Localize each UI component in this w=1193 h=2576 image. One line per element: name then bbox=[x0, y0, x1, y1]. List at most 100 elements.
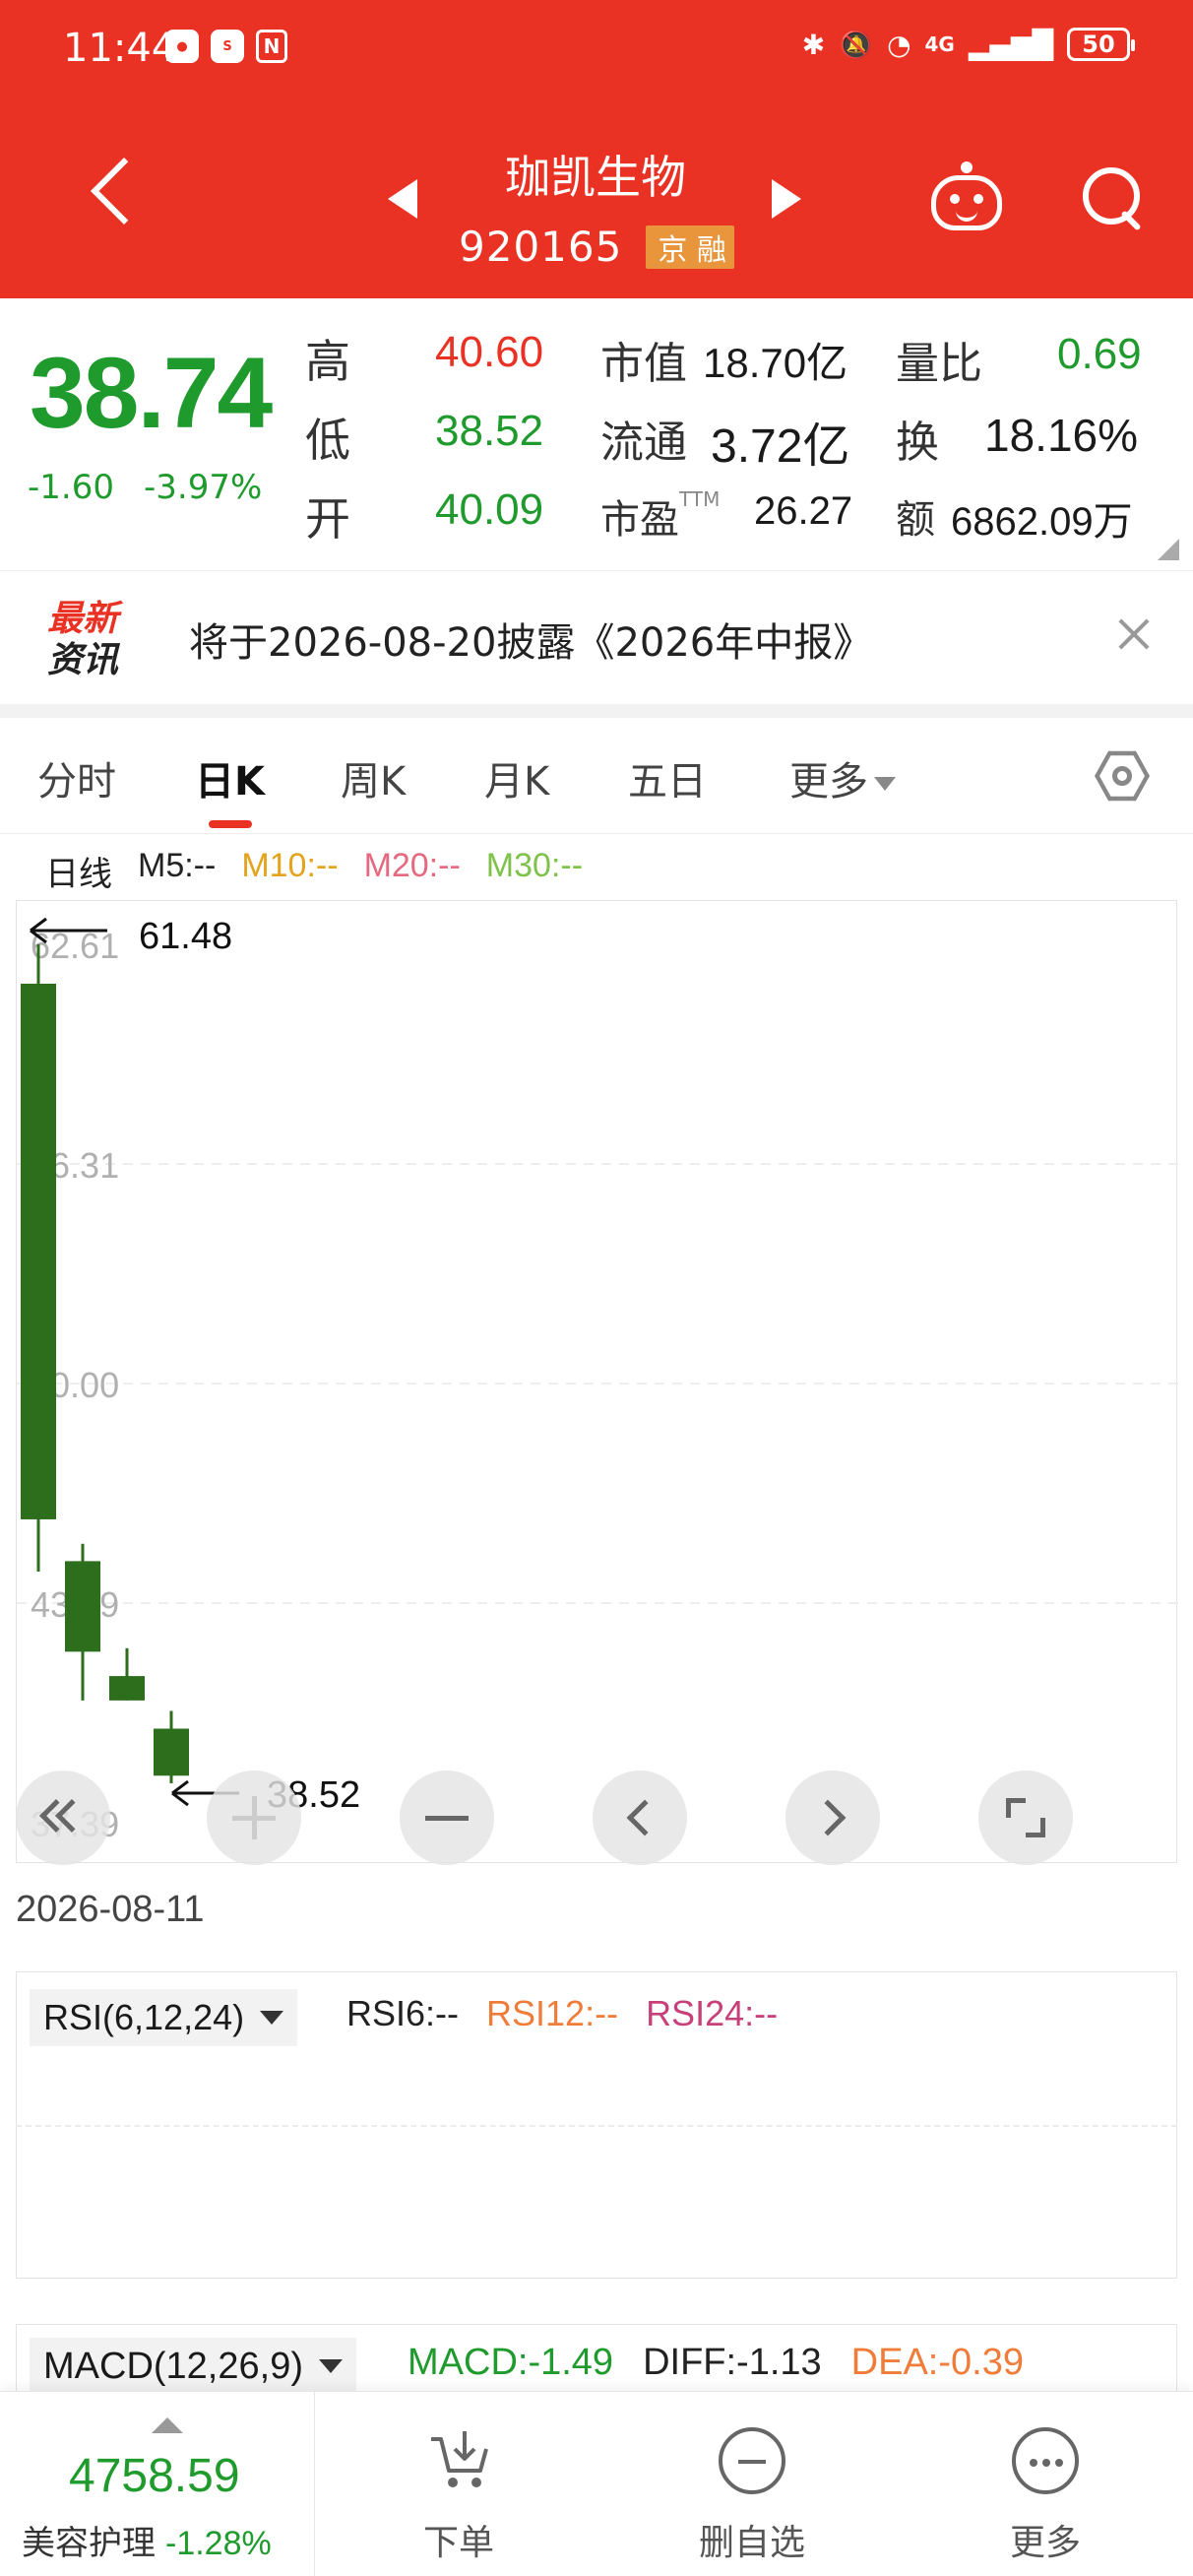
macd-select-label: MACD(12,26,9) bbox=[43, 2345, 303, 2387]
rsi-legend: RSI6:-- RSI12:-- RSI24:-- bbox=[346, 1993, 778, 2034]
ma20-value: M20:-- bbox=[363, 847, 461, 884]
news-text[interactable]: 将于2026-08-20披露《2026年中报》 bbox=[189, 611, 872, 668]
news-logo-line1: 最新 bbox=[47, 599, 119, 639]
sector-index-card[interactable]: 4758.59 美容护理 -1.28% bbox=[0, 2392, 315, 2576]
caret-down-icon bbox=[260, 2011, 284, 2025]
expand-corner-icon[interactable] bbox=[1158, 539, 1179, 560]
pe-suffix: TTM bbox=[679, 487, 721, 511]
kline-chart[interactable]: 62.6156.3150.0043.6937.3961.4838.52 bbox=[16, 900, 1178, 1863]
ma10-value: M10:-- bbox=[241, 847, 339, 884]
ma30-value: M30:-- bbox=[485, 847, 584, 884]
float-label: 流通 bbox=[600, 418, 687, 468]
chart-period-tabs: 分时 日K 周K 月K 五日 更多 bbox=[0, 718, 1193, 834]
float-value: 3.72亿 bbox=[711, 420, 850, 473]
amount-value: 6862.09万 bbox=[951, 500, 1133, 544]
chevron-left-icon bbox=[626, 1799, 663, 1836]
status-time: 11:44 bbox=[63, 26, 177, 71]
remove-watchlist-button[interactable]: 删自选 bbox=[654, 2392, 850, 2576]
mute-bell-icon: 🔕 bbox=[839, 28, 874, 61]
sector-change: -1.28% bbox=[165, 2525, 272, 2562]
remove-watchlist-label: 删自选 bbox=[698, 2523, 805, 2563]
sector-name-text: 美容护理 bbox=[22, 2524, 156, 2563]
settings-hexagon-icon[interactable] bbox=[1095, 748, 1150, 804]
stock-code-row: 920165 京 融 bbox=[459, 223, 735, 271]
news-banner[interactable]: 最新 资讯 将于2026-08-20披露《2026年中报》 bbox=[0, 570, 1193, 704]
next-stock-arrow-icon[interactable] bbox=[772, 179, 801, 219]
current-price: 38.74 bbox=[30, 337, 273, 449]
mktcap-value: 18.70亿 bbox=[703, 340, 848, 386]
robot-assistant-icon[interactable] bbox=[927, 161, 1006, 232]
caret-down-icon bbox=[318, 2359, 343, 2373]
scroll-left-button[interactable] bbox=[593, 1771, 687, 1865]
back-arrow-icon[interactable] bbox=[79, 150, 148, 238]
quote-panel[interactable]: 38.74 -1.60 -3.97% 高 40.60 低 38.52 开 40.… bbox=[0, 298, 1193, 570]
zoom-out-button[interactable] bbox=[400, 1771, 494, 1865]
tab-daily-k[interactable]: 日K bbox=[195, 749, 265, 806]
scroll-to-start-button[interactable] bbox=[16, 1771, 110, 1865]
header-bar: 11:44 ● S N ✱ 🔕 ◔ 4G ▂▄▆█ 50 珈凯生物 920165… bbox=[0, 0, 1193, 298]
ma5-value: M5:-- bbox=[138, 847, 217, 884]
candle-body bbox=[65, 1561, 100, 1652]
order-label: 下单 bbox=[422, 2523, 494, 2563]
battery-level: 50 bbox=[1082, 31, 1115, 58]
fullscreen-button[interactable] bbox=[978, 1771, 1073, 1865]
status-indicators: ✱ 🔕 ◔ 4G ▂▄▆█ 50 bbox=[801, 28, 1135, 61]
search-icon[interactable] bbox=[1083, 167, 1152, 236]
tab-more[interactable]: 更多 bbox=[789, 749, 896, 806]
mktcap-label: 市值 bbox=[600, 339, 687, 389]
more-label: 更多 bbox=[1009, 2523, 1081, 2563]
prev-stock-arrow-icon[interactable] bbox=[388, 179, 417, 219]
fullscreen-icon bbox=[1006, 1798, 1026, 1818]
tab-weekly-k[interactable]: 周K bbox=[341, 749, 406, 806]
rsi-select-label: RSI(6,12,24) bbox=[43, 1997, 245, 2037]
high-value: 40.60 bbox=[435, 328, 544, 376]
current-date-label: 2026-08-11 bbox=[16, 1889, 205, 1930]
volratio-value: 0.69 bbox=[1057, 330, 1142, 378]
tab-more-label: 更多 bbox=[789, 759, 868, 805]
chevron-right-icon bbox=[809, 1799, 847, 1836]
sector-index-value: 4758.59 bbox=[69, 2450, 240, 2502]
news-logo: 最新 资讯 bbox=[47, 599, 142, 681]
open-value: 40.09 bbox=[435, 485, 544, 534]
status-app-icons: ● S N bbox=[165, 30, 287, 63]
bluetooth-icon: ✱ bbox=[801, 28, 826, 61]
network-type-label: 4G bbox=[924, 32, 955, 56]
rsi24-value: RSI24:-- bbox=[646, 1993, 779, 2033]
macd-legend: MACD:-1.49 DIFF:-1.13 DEA:-0.39 bbox=[408, 2342, 1024, 2384]
nfc-icon: N bbox=[256, 30, 287, 63]
sector-name: 美容护理 -1.28% bbox=[22, 2516, 272, 2564]
pe-label-text: 市盈 bbox=[600, 497, 679, 543]
high-label: 高 bbox=[305, 335, 350, 388]
max-price-label: 61.48 bbox=[139, 916, 232, 957]
more-button[interactable]: 更多 bbox=[947, 2392, 1144, 2576]
pe-label: 市盈TTM bbox=[600, 487, 720, 545]
caret-up-icon bbox=[152, 2417, 183, 2433]
amount-label: 额 bbox=[896, 497, 935, 543]
low-label: 低 bbox=[305, 414, 350, 467]
tab-five-day[interactable]: 五日 bbox=[628, 749, 707, 806]
status-bar: 11:44 ● S N ✱ 🔕 ◔ 4G ▂▄▆█ 50 bbox=[0, 0, 1193, 98]
active-tab-indicator bbox=[209, 820, 252, 828]
candle-body bbox=[21, 983, 56, 1519]
tab-monthly-k[interactable]: 月K bbox=[484, 749, 549, 806]
ma-title: 日线 bbox=[45, 856, 112, 893]
macd-indicator-select[interactable]: MACD(12,26,9) bbox=[30, 2338, 356, 2395]
low-value: 38.52 bbox=[435, 407, 544, 455]
open-label: 开 bbox=[305, 492, 350, 546]
tab-intraday[interactable]: 分时 bbox=[37, 749, 116, 806]
more-dots-icon bbox=[1012, 2427, 1079, 2494]
market-tag-badge: 京 融 bbox=[646, 225, 735, 269]
zoom-in-button[interactable] bbox=[207, 1771, 301, 1865]
close-icon[interactable] bbox=[1114, 614, 1154, 654]
order-button[interactable]: 下单 bbox=[360, 2392, 557, 2576]
section-divider bbox=[0, 704, 1193, 718]
rsi6-value: RSI6:-- bbox=[346, 1993, 460, 2033]
battery-icon: 50 bbox=[1067, 28, 1135, 61]
rsi-midline bbox=[16, 2125, 1177, 2127]
kline-chart-svg: 62.6156.3150.0043.6937.3961.4838.52 bbox=[17, 916, 1178, 1844]
scroll-right-button[interactable] bbox=[785, 1771, 880, 1865]
stock-code: 920165 bbox=[459, 223, 623, 271]
rsi-indicator-select[interactable]: RSI(6,12,24) bbox=[30, 1989, 298, 2046]
candle-body bbox=[154, 1728, 189, 1776]
diff-value: DIFF:-1.13 bbox=[643, 2342, 822, 2383]
